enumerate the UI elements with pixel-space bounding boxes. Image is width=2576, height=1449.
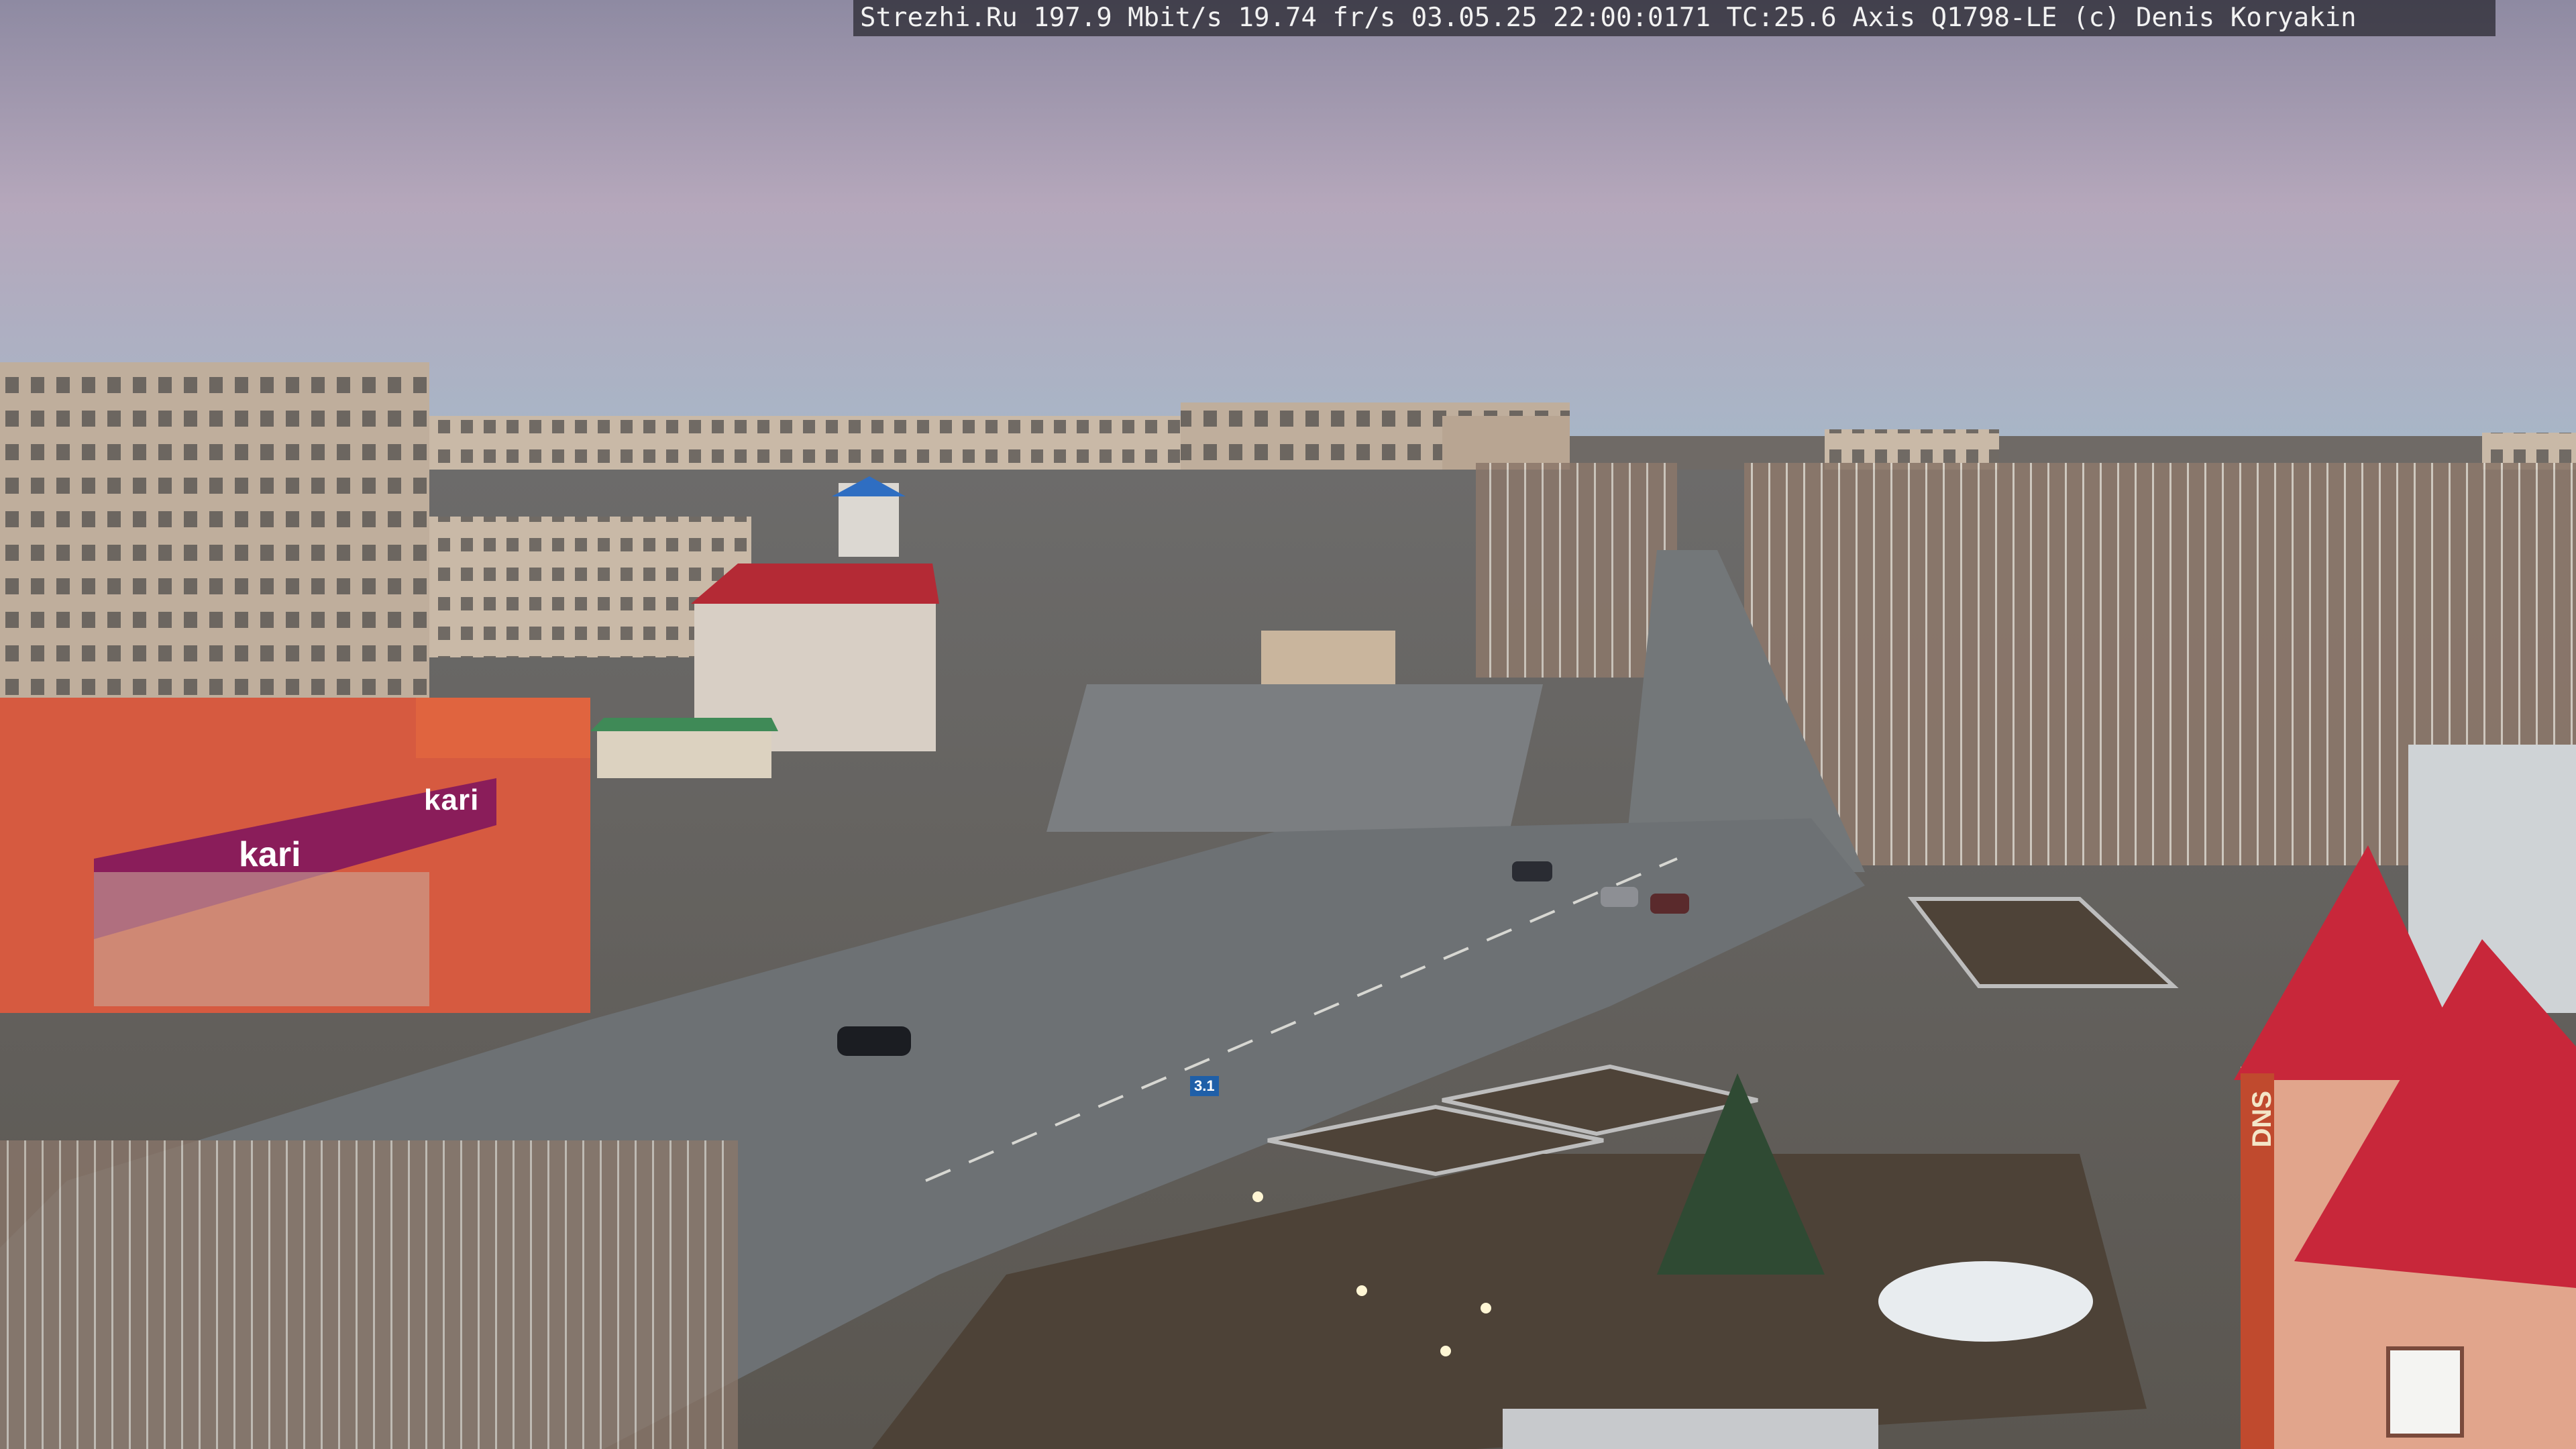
- green-roof: [590, 718, 778, 731]
- parked-cars: [1503, 1409, 1878, 1449]
- kari-storefront: [94, 872, 429, 1006]
- kari-store-logo: kari: [239, 835, 301, 874]
- street-lamp: [1252, 1191, 1263, 1202]
- foreground-trees-left: [0, 1140, 738, 1449]
- road-sign: 3.1: [1190, 1076, 1219, 1096]
- central-square: [1046, 684, 1543, 832]
- car: [1512, 861, 1552, 881]
- camera-overlay-text: Strezhi.Ru 197.9 Mbit/s 19.74 fr/s 03.05…: [853, 0, 2496, 36]
- street-lamp: [1440, 1346, 1451, 1356]
- webcam-scene: [0, 0, 2576, 1449]
- green-roof-kiosk: [597, 724, 771, 778]
- dns-window: [2386, 1346, 2464, 1438]
- kari-store-upper: [416, 698, 590, 758]
- car: [837, 1026, 911, 1056]
- snow-patch: [1878, 1261, 2093, 1342]
- car: [1650, 894, 1689, 914]
- car: [1601, 887, 1638, 907]
- kari-banner-logo: kari: [424, 784, 480, 816]
- street-lamp: [1356, 1285, 1367, 1296]
- street-lamp: [1481, 1303, 1491, 1313]
- dns-store-sign: DNS: [2247, 1091, 2277, 1148]
- square-pavilion: [1261, 631, 1395, 684]
- birch-grove-center: [1476, 463, 1677, 678]
